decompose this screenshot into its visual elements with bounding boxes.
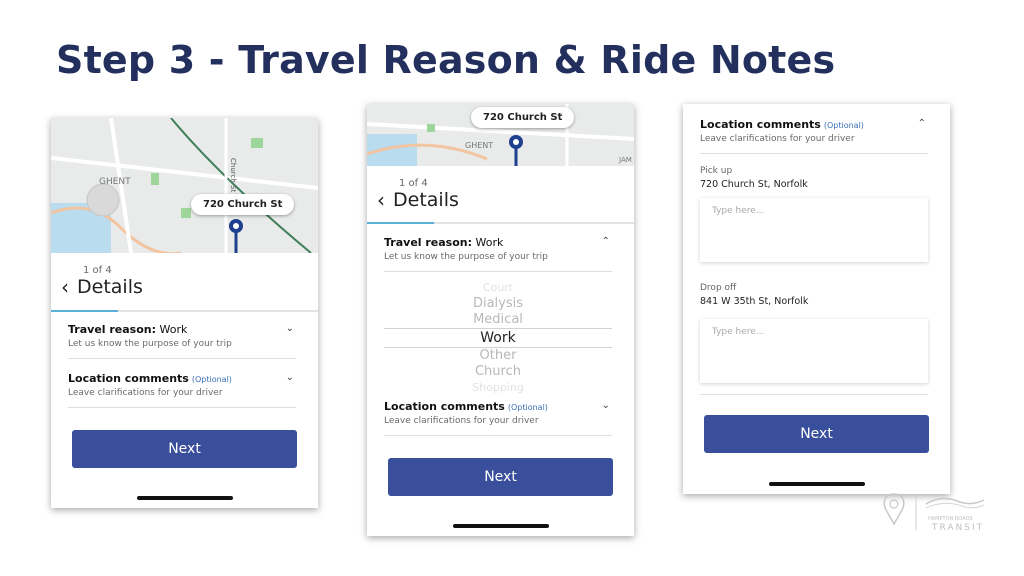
map-graphic: GHENT Church St [51,118,318,253]
travel-reason-row[interactable]: Travel reason: Work Let us know the purp… [68,323,296,359]
step-count: 1 of 4 [83,265,112,276]
phone-screen-reason-picker: GHENT JAM 720 Church St 1 of 4 ‹ Details… [367,104,634,536]
row-title: Location comments [700,118,821,131]
travel-reason-picker[interactable]: Court Dialysis Medical Work Other Church… [384,280,612,396]
pickup-comment-input[interactable] [700,198,928,262]
phone-screen-location-comments: Location comments (Optional) Leave clarif… [683,104,950,494]
picker-option-selected[interactable]: Work [384,328,612,348]
home-indicator [768,482,865,486]
picker-option[interactable]: Medical [384,312,612,328]
home-indicator [452,524,549,528]
location-comments-row[interactable]: Location comments (Optional) Leave clarif… [68,372,296,408]
details-title: Details [393,189,459,211]
chevron-up-icon[interactable]: ⌃ [918,118,926,129]
picker-option[interactable]: Other [384,348,612,364]
picker-option[interactable]: Dialysis [384,296,612,312]
chevron-up-icon[interactable]: ⌃ [602,236,610,247]
row-title: Location comments [384,400,505,413]
details-header: ‹ Details [61,276,143,298]
dropoff-address: 841 W 35th St, Norfolk [700,296,809,307]
map-address-tag: 720 Church St [471,107,575,128]
next-button[interactable]: Next [704,415,929,453]
pickup-label: Pick up [700,166,733,176]
row-value: Work [472,236,504,249]
divider [700,394,928,395]
home-indicator [136,496,233,500]
step-count: 1 of 4 [399,178,428,189]
row-subtitle: Leave clarifications for your driver [700,134,855,144]
travel-reason-row[interactable]: Travel reason: Work Let us know the purp… [384,236,612,272]
logo-text: TRANSIT [931,523,984,533]
slide-title: Step 3 - Travel Reason & Ride Notes [56,38,836,82]
phone-screen-details-collapsed: GHENT Church St 720 Church St 1 of 4 ‹ D… [51,118,318,508]
optional-badge: (Optional) [191,375,232,384]
chevron-down-icon[interactable]: ⌄ [286,323,294,334]
row-title: Travel reason: [384,236,473,249]
chevron-left-icon[interactable]: ‹ [61,277,69,297]
map-view[interactable]: GHENT JAM 720 Church St [367,104,634,166]
map-view[interactable]: GHENT Church St 720 Church St [51,118,318,253]
map-area-label: GHENT [99,177,131,187]
row-subtitle: Let us know the purpose of your trip [68,339,232,349]
chevron-down-icon[interactable]: ⌄ [602,400,610,411]
map-area-label: GHENT [465,141,493,150]
details-header: ‹ Details [377,189,459,211]
progress-bar [367,222,634,224]
map-address-tag: 720 Church St [191,194,295,215]
row-value: Work [156,323,188,336]
optional-badge: (Optional) [507,403,548,412]
row-subtitle: Let us know the purpose of your trip [384,252,548,262]
dropoff-comment-input[interactable] [700,319,928,383]
details-title: Details [77,276,143,298]
row-subtitle: Leave clarifications for your driver [384,416,539,426]
map-street-label: Church St [229,158,237,192]
picker-option[interactable]: Shopping [384,380,612,396]
chevron-left-icon[interactable]: ‹ [377,190,385,210]
transit-logo: HAMPTON ROADS TRANSIT [880,490,990,534]
picker-option[interactable]: Court [384,280,612,296]
transit-logo-icon: HAMPTON ROADS TRANSIT [883,493,985,533]
next-button[interactable]: Next [72,430,297,468]
row-subtitle: Leave clarifications for your driver [68,388,223,398]
picker-option[interactable]: Church [384,364,612,380]
logo-subtext: HAMPTON ROADS [928,516,973,522]
map-edge-label: JAM [618,156,632,164]
chevron-down-icon[interactable]: ⌄ [286,372,294,383]
optional-badge: (Optional) [823,121,864,130]
location-comments-row[interactable]: Location comments (Optional) Leave clarif… [700,118,928,154]
row-title: Travel reason: [68,323,157,336]
pickup-address: 720 Church St, Norfolk [700,179,808,190]
row-title: Location comments [68,372,189,385]
next-button[interactable]: Next [388,458,613,496]
location-comments-row[interactable]: Location comments (Optional) Leave clarif… [384,400,612,436]
dropoff-label: Drop off [700,283,737,293]
progress-bar [51,310,318,312]
